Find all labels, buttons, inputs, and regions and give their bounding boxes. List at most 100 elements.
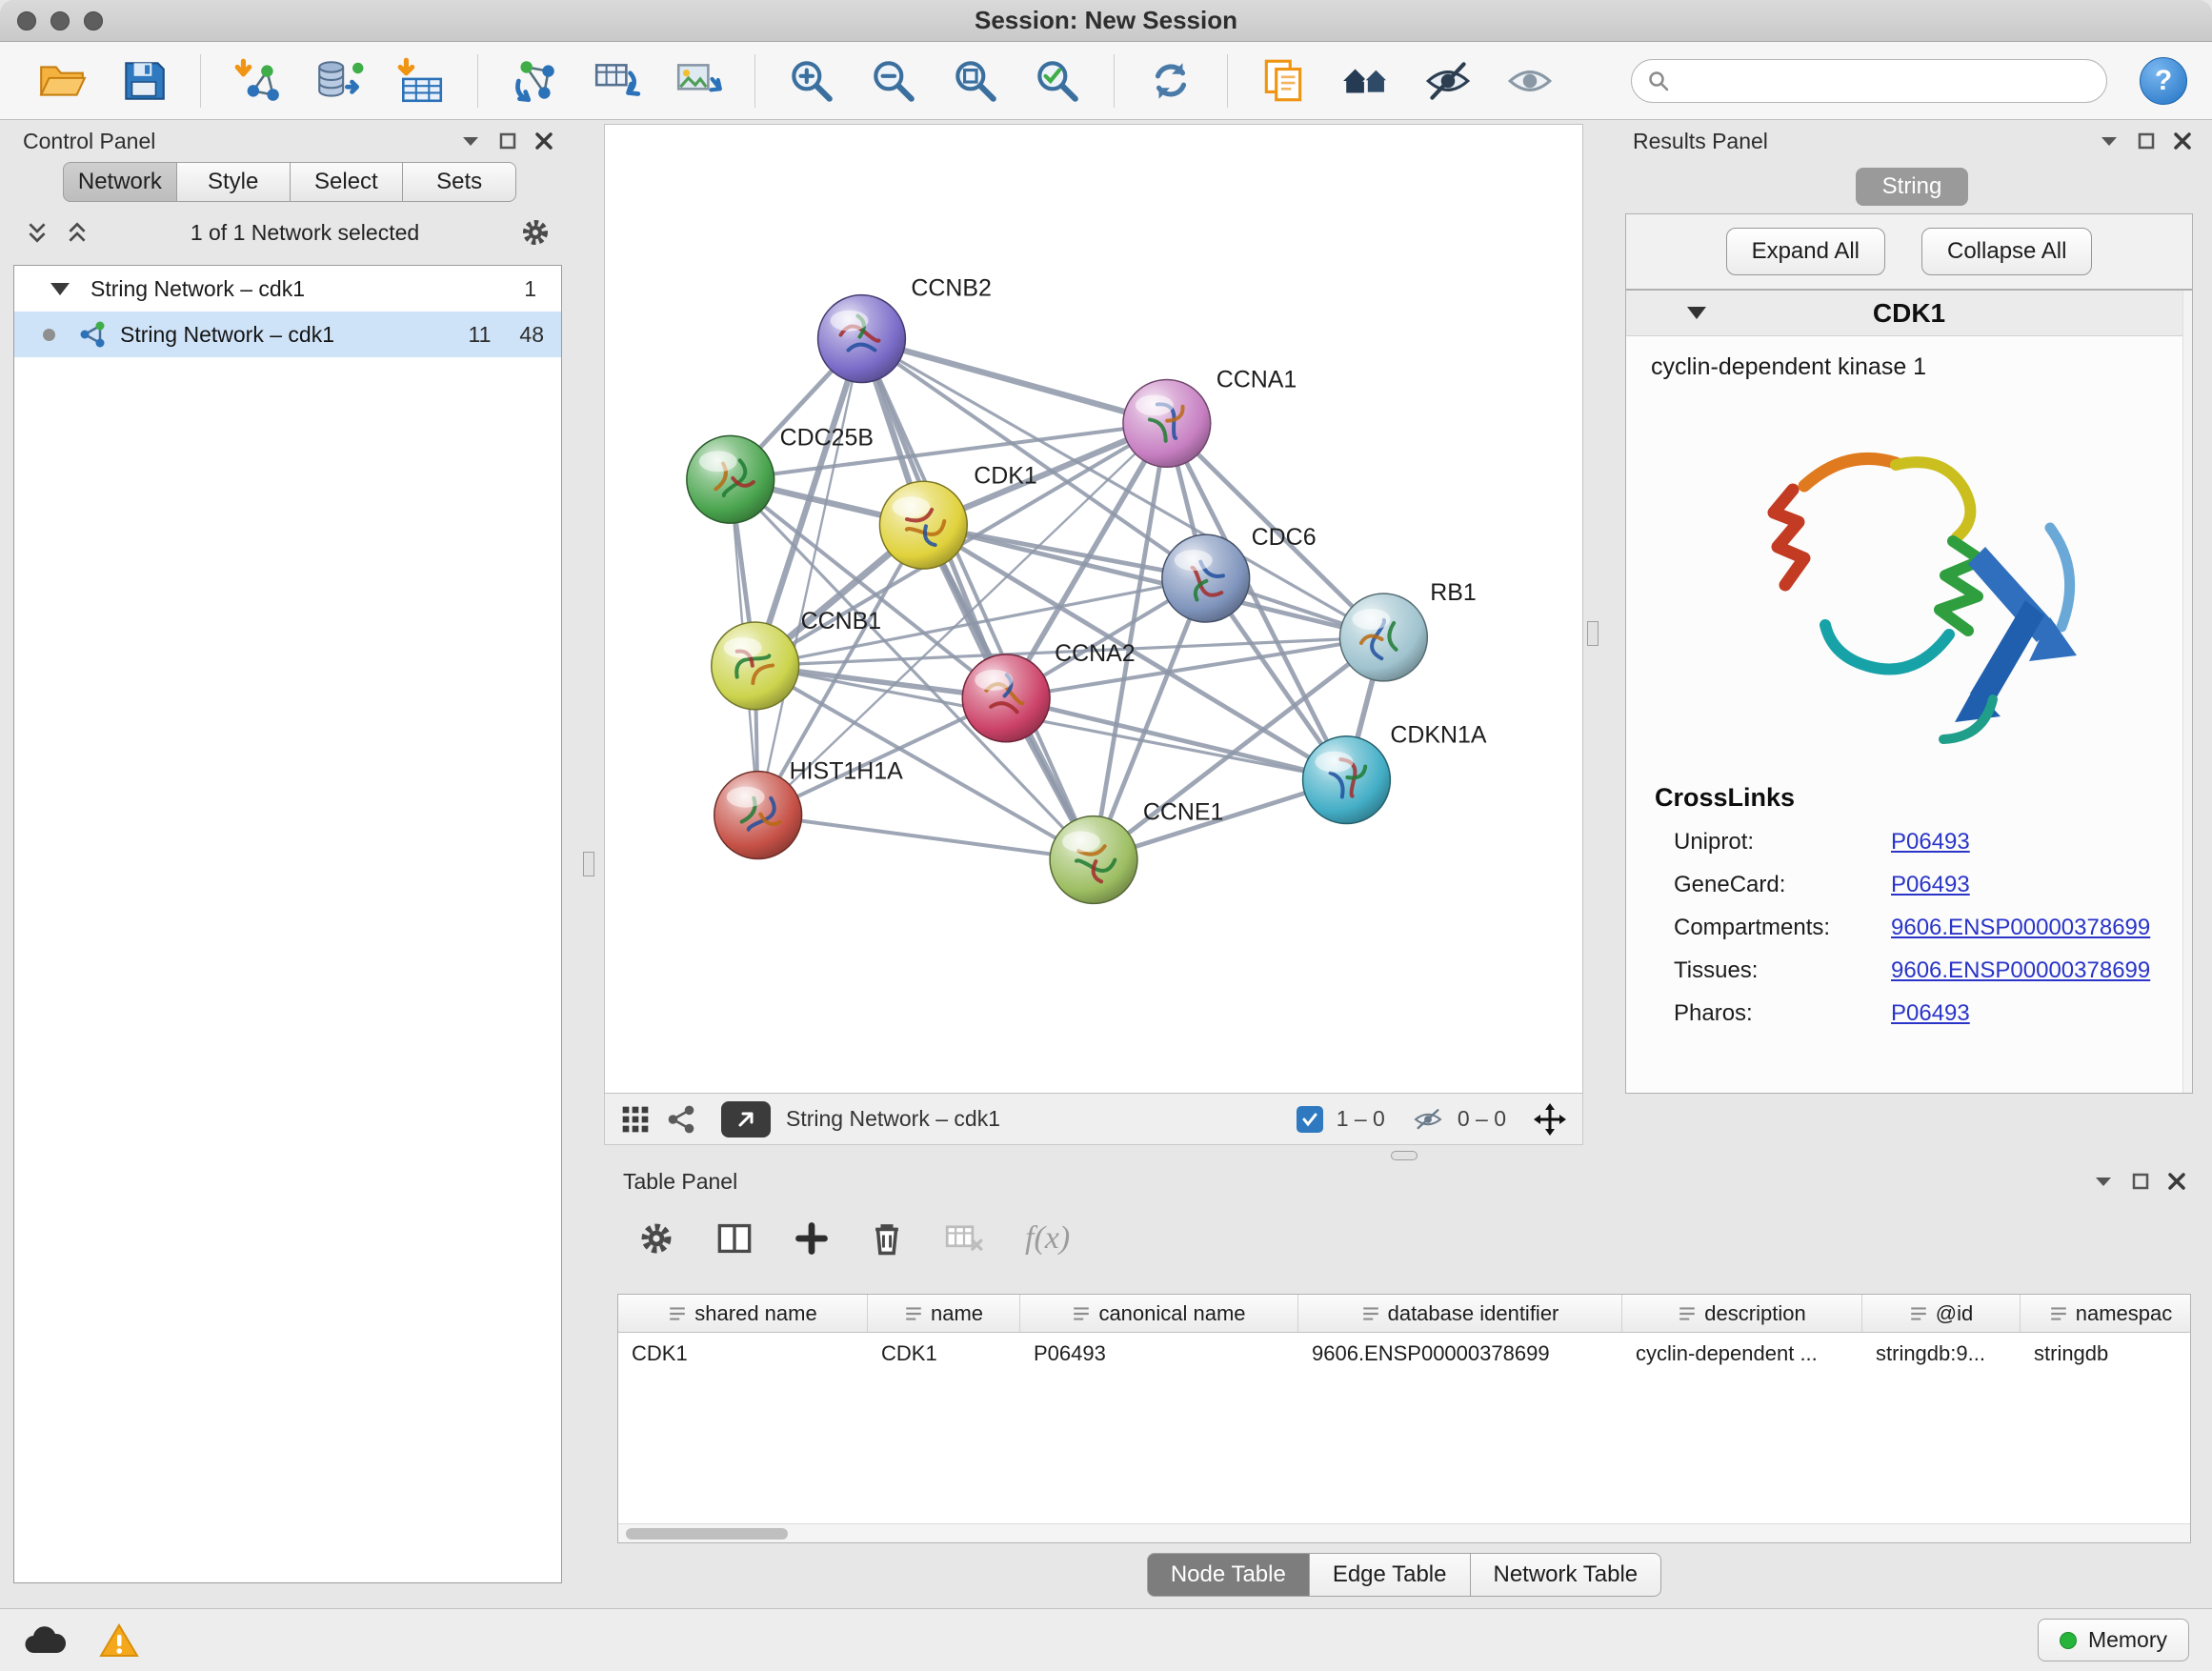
tab-sets[interactable]: Sets bbox=[403, 162, 516, 202]
add-column-button[interactable] bbox=[794, 1221, 829, 1256]
column-header-description[interactable]: description bbox=[1622, 1295, 1862, 1332]
zoom-window-button[interactable] bbox=[84, 11, 103, 30]
disclosure-triangle-icon[interactable] bbox=[50, 283, 70, 295]
hidden-eye-slash-icon[interactable] bbox=[1412, 1107, 1444, 1132]
first-neighbors-button[interactable] bbox=[1329, 48, 1403, 114]
current-network-bullet-icon bbox=[43, 329, 55, 341]
zoom-fit-button[interactable] bbox=[938, 48, 1013, 114]
network-node-ccne1[interactable]: CCNE1 bbox=[1050, 799, 1223, 904]
network-options-button[interactable] bbox=[520, 217, 551, 248]
help-button[interactable]: ? bbox=[2140, 57, 2187, 105]
status-bar: Memory bbox=[0, 1608, 2212, 1671]
grid-view-button[interactable] bbox=[620, 1104, 651, 1135]
tab-string[interactable]: String bbox=[1856, 168, 1968, 206]
results-scrollbar[interactable] bbox=[2182, 291, 2192, 1093]
tab-style[interactable]: Style bbox=[177, 162, 291, 202]
tab-network-table[interactable]: Network Table bbox=[1471, 1553, 1662, 1597]
hide-selected-button[interactable] bbox=[1411, 48, 1485, 114]
column-header-canonical-name[interactable]: canonical name bbox=[1020, 1295, 1298, 1332]
crosslink-value-link[interactable]: P06493 bbox=[1891, 1000, 1970, 1027]
bottom-splitter-handle[interactable] bbox=[1391, 1151, 1418, 1160]
crosslink-label: Tissues: bbox=[1674, 957, 1891, 984]
left-splitter-handle[interactable] bbox=[583, 852, 594, 876]
table-cell: cyclin-dependent ... bbox=[1622, 1341, 1862, 1366]
close-panel-icon[interactable] bbox=[2168, 1173, 2185, 1190]
network-row-selected[interactable]: String Network – cdk1 11 48 bbox=[14, 312, 561, 357]
zoom-in-button[interactable] bbox=[774, 48, 849, 114]
collapse-all-button[interactable] bbox=[25, 220, 50, 245]
refresh-view-button[interactable] bbox=[1134, 48, 1208, 114]
share-nodes-icon bbox=[666, 1104, 696, 1135]
show-all-button[interactable] bbox=[1493, 48, 1567, 114]
panel-menu-icon[interactable] bbox=[2094, 1175, 2113, 1188]
memory-button[interactable]: Memory bbox=[2038, 1619, 2189, 1661]
network-node-hist1h1a[interactable]: HIST1H1A bbox=[714, 758, 903, 859]
network-collection-row[interactable]: String Network – cdk1 1 bbox=[14, 266, 561, 312]
network-graph[interactable]: CCNB2CCNA1CDC25BCDK1CDC6RB1CCNB1CCNA2CDK… bbox=[605, 125, 1582, 1093]
close-window-button[interactable] bbox=[17, 11, 36, 30]
zoom-out-button[interactable] bbox=[856, 48, 931, 114]
column-header-name[interactable]: name bbox=[868, 1295, 1020, 1332]
crosslink-value-link[interactable]: P06493 bbox=[1891, 829, 1970, 856]
new-network-table-button[interactable] bbox=[579, 48, 654, 114]
tab-select[interactable]: Select bbox=[291, 162, 404, 202]
import-network-from-database-button[interactable] bbox=[302, 48, 376, 114]
tab-node-table[interactable]: Node Table bbox=[1147, 1553, 1310, 1597]
search-input[interactable] bbox=[1679, 67, 2091, 95]
collapse-all-button[interactable]: Collapse All bbox=[1921, 228, 2092, 275]
table-horizontal-scrollbar[interactable] bbox=[618, 1523, 2190, 1542]
network-from-selection-button[interactable] bbox=[497, 48, 572, 114]
crosslink-value-link[interactable]: 9606.ENSP00000378699 bbox=[1891, 957, 2150, 984]
network-view-button[interactable] bbox=[666, 1104, 696, 1135]
close-panel-icon[interactable] bbox=[535, 132, 553, 150]
expand-all-button[interactable] bbox=[65, 220, 90, 245]
delete-column-button[interactable] bbox=[871, 1220, 903, 1257]
float-panel-icon[interactable] bbox=[2138, 132, 2155, 150]
export-image-button[interactable] bbox=[661, 48, 735, 114]
function-builder-button[interactable]: f(x) bbox=[1025, 1220, 1070, 1257]
right-splitter-handle[interactable] bbox=[1587, 621, 1599, 646]
table-settings-button[interactable] bbox=[638, 1220, 674, 1257]
network-node-cdkn1a[interactable]: CDKN1A bbox=[1303, 722, 1487, 824]
disclosure-triangle-icon[interactable] bbox=[1687, 307, 1706, 319]
column-header-namespac[interactable]: namespac bbox=[2021, 1295, 2191, 1332]
import-table-from-file-button[interactable] bbox=[384, 48, 458, 114]
column-header-database-identifier[interactable]: database identifier bbox=[1298, 1295, 1622, 1332]
birdseye-crosshair-icon[interactable] bbox=[1533, 1102, 1567, 1137]
panel-menu-icon[interactable] bbox=[2100, 134, 2119, 148]
save-session-button[interactable] bbox=[107, 48, 181, 114]
crosslink-value-link[interactable]: 9606.ENSP00000378699 bbox=[1891, 915, 2150, 941]
window-controls bbox=[17, 0, 103, 42]
scrollbar-thumb[interactable] bbox=[626, 1528, 788, 1540]
import-network-database-icon bbox=[313, 55, 365, 107]
table-row[interactable]: CDK1CDK1P064939606.ENSP00000378699cyclin… bbox=[618, 1333, 2190, 1375]
copy-document-button[interactable] bbox=[1247, 48, 1321, 114]
import-network-from-file-button[interactable] bbox=[220, 48, 294, 114]
gene-header[interactable]: CDK1 bbox=[1626, 291, 2192, 336]
float-panel-icon[interactable] bbox=[2132, 1173, 2149, 1190]
network-canvas[interactable]: CCNB2CCNA1CDC25BCDK1CDC6RB1CCNB1CCNA2CDK… bbox=[604, 124, 1583, 1094]
warnings-button[interactable] bbox=[99, 1622, 139, 1659]
tab-network[interactable]: Network bbox=[63, 162, 177, 202]
zoom-selected-button[interactable] bbox=[1020, 48, 1095, 114]
network-node-ccna1[interactable]: CCNA1 bbox=[1123, 366, 1297, 467]
expand-all-button[interactable]: Expand All bbox=[1726, 228, 1885, 275]
panel-menu-icon[interactable] bbox=[461, 134, 480, 148]
column-header-shared-name[interactable]: shared name bbox=[618, 1295, 868, 1332]
crosslink-value-link[interactable]: P06493 bbox=[1891, 872, 1970, 898]
column-header--id[interactable]: @id bbox=[1862, 1295, 2021, 1332]
float-panel-icon[interactable] bbox=[499, 132, 516, 150]
cloud-status-button[interactable] bbox=[23, 1624, 67, 1657]
open-session-button[interactable] bbox=[25, 48, 99, 114]
network-view-toolbar: String Network – cdk1 1 – 0 0 – 0 bbox=[604, 1094, 1583, 1145]
detach-view-button[interactable] bbox=[721, 1101, 771, 1137]
show-columns-button[interactable] bbox=[716, 1222, 753, 1255]
window-title: Session: New Session bbox=[0, 6, 2212, 35]
selected-items-checkbox-icon[interactable] bbox=[1297, 1106, 1323, 1133]
network-node-ccnb1[interactable]: CCNB1 bbox=[712, 608, 881, 710]
close-panel-icon[interactable] bbox=[2174, 132, 2191, 150]
clear-table-button[interactable] bbox=[945, 1223, 983, 1254]
tab-edge-table[interactable]: Edge Table bbox=[1310, 1553, 1471, 1597]
network-node-rb1[interactable]: RB1 bbox=[1339, 579, 1476, 681]
minimize-window-button[interactable] bbox=[50, 11, 70, 30]
